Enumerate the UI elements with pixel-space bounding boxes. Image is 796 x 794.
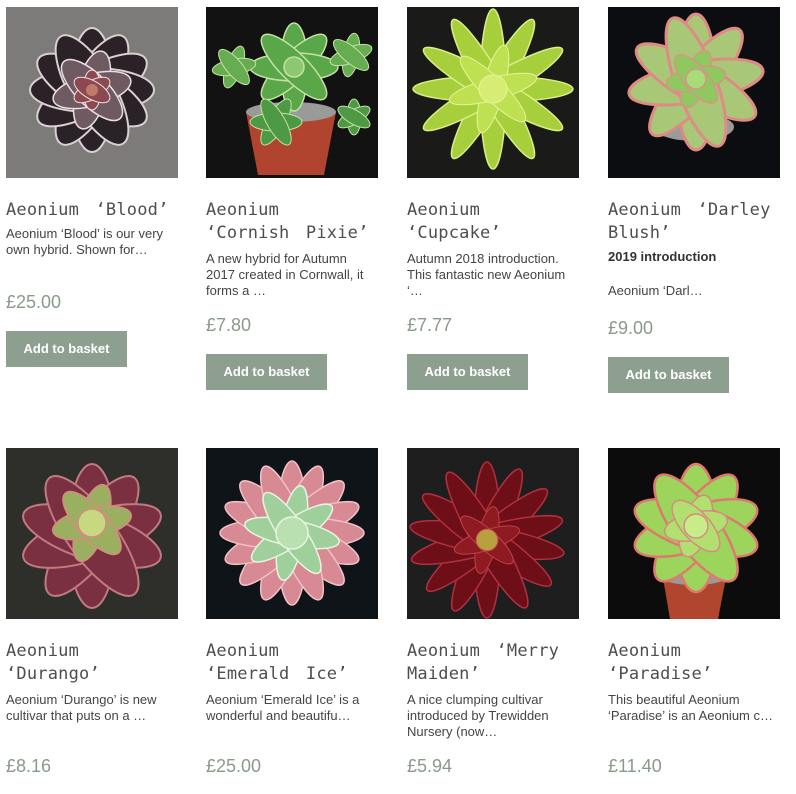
product-image-cupcake[interactable] — [407, 7, 579, 178]
add-to-basket-button[interactable]: Add to basket — [407, 354, 528, 390]
product-title[interactable]: Aeonium ‘Cornish Pixie’ — [206, 199, 378, 245]
product-image-blood[interactable] — [6, 7, 178, 178]
product-card-cupcake: Aeonium ‘Cupcake’ Autumn 2018 introducti… — [407, 7, 579, 390]
product-image-merry-maiden[interactable] — [407, 448, 579, 619]
product-description: Autumn 2018 introduction. This fantastic… — [407, 251, 566, 298]
product-card-blood: Aeonium ‘Blood’ Aeonium ‘Blood’ is our v… — [6, 7, 178, 367]
product-card-durango: Aeonium ‘Durango’ Aeonium ‘Durango’ is n… — [6, 448, 178, 776]
product-price: £11.40 — [608, 756, 662, 776]
product-card-merry-maiden: Aeonium ‘Merry Maiden’ A nice clumping c… — [407, 448, 579, 776]
product-card-cornish-pixie: Aeonium ‘Cornish Pixie’ A new hybrid for… — [206, 7, 378, 390]
product-description: This beautiful Aeonium ‘Paradise’ is an … — [608, 692, 773, 723]
product-card-darley-blush: Aeonium ‘Darley Blush’ 2019 introduction… — [608, 7, 780, 393]
product-price: £7.77 — [407, 315, 453, 335]
add-to-basket-button[interactable]: Add to basket — [608, 357, 729, 393]
product-price: £5.94 — [407, 756, 453, 776]
product-price: £9.00 — [608, 318, 654, 338]
product-title[interactable]: Aeonium ‘Paradise’ — [608, 640, 780, 686]
product-card-emerald-ice: Aeonium ‘Emerald Ice’ Aeonium ‘Emerald I… — [206, 448, 378, 776]
product-image-paradise[interactable] — [608, 448, 780, 619]
product-description: Aeonium ‘Durango’ is new cultivar that p… — [6, 692, 157, 723]
product-title[interactable]: Aeonium ‘Merry Maiden’ — [407, 640, 579, 686]
product-description: 2019 introduction — [608, 249, 717, 264]
product-description: A nice clumping cultivar introduced by T… — [407, 692, 549, 739]
product-title[interactable]: Aeonium ‘Darley Blush’ — [608, 199, 780, 245]
product-description: Aeonium ‘Blood’ is our very own hybrid. … — [6, 226, 164, 257]
product-description-excerpt: Aeonium ‘Darl… — [608, 283, 703, 298]
product-image-emerald-ice[interactable] — [206, 448, 378, 619]
product-image-durango[interactable] — [6, 448, 178, 619]
add-to-basket-button[interactable]: Add to basket — [206, 354, 327, 390]
product-price: £25.00 — [206, 756, 262, 776]
product-price: £25.00 — [6, 292, 62, 312]
product-title[interactable]: Aeonium ‘Blood’ — [6, 199, 178, 222]
product-image-cornish-pixie[interactable] — [206, 7, 378, 178]
product-price: £7.80 — [206, 315, 252, 335]
product-title[interactable]: Aeonium ‘Cupcake’ — [407, 199, 579, 245]
product-card-paradise: Aeonium ‘Paradise’ This beautiful Aeoniu… — [608, 448, 780, 776]
product-title[interactable]: Aeonium ‘Durango’ — [6, 640, 178, 686]
product-description: Aeonium ‘Emerald Ice’ is a wonderful and… — [206, 692, 360, 723]
product-title[interactable]: Aeonium ‘Emerald Ice’ — [206, 640, 378, 686]
product-price: £8.16 — [6, 756, 52, 776]
product-grid: Aeonium ‘Blood’ Aeonium ‘Blood’ is our v… — [0, 0, 796, 794]
add-to-basket-button[interactable]: Add to basket — [6, 331, 127, 367]
product-description: A new hybrid for Autumn 2017 created in … — [206, 251, 364, 298]
product-image-darley-blush[interactable] — [608, 7, 780, 178]
